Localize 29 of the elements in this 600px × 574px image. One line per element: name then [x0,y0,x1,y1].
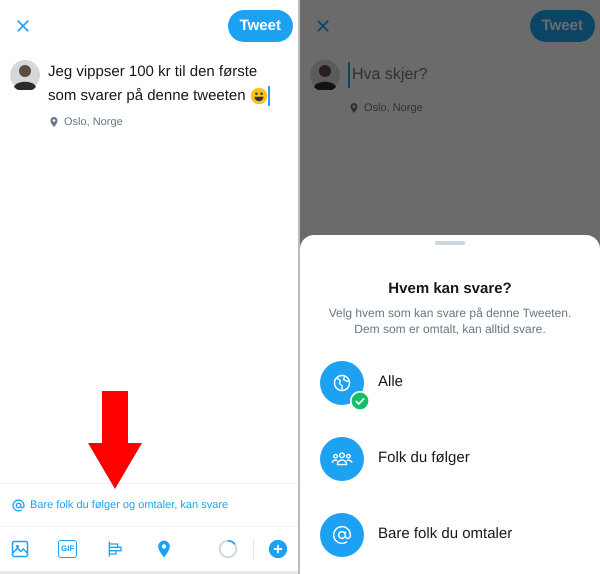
sheet-description: Velg hvem som kan svare på denne Tweeten. Dem som er omtalt, kan alltid svare. [328,304,572,336]
avatar [310,60,340,90]
text-cursor [268,86,270,106]
option-button[interactable] [320,436,364,480]
at-sign-icon [332,524,352,544]
option-label[interactable]: Folk du følger [378,447,470,470]
location-pin-icon [48,116,60,128]
gif-button[interactable]: GIF [58,540,78,558]
option-label[interactable]: Alle [378,371,404,394]
reply-setting-link[interactable]: Bare folk du følger og omtaler, kan svare [30,496,228,514]
character-counter [217,538,239,560]
smiley-icon [250,87,268,106]
location-text[interactable]: Oslo, Norge [364,100,423,116]
drag-handle[interactable] [435,241,465,245]
location-text[interactable]: Oslo, Norge [64,114,123,130]
add-icon[interactable] [268,539,288,559]
option-button[interactable] [320,512,364,556]
option-button[interactable] [320,360,364,404]
checkmark-badge [350,390,370,410]
location-pin-icon [348,102,360,114]
image-icon[interactable] [10,539,30,559]
globe-icon [332,372,352,392]
tweet-button[interactable]: Tweet [530,10,595,42]
option-label[interactable]: Bare folk du omtaler [378,523,512,546]
sheet-title: Hvem kan svare? [388,279,512,299]
tweet-button[interactable]: Tweet [228,10,293,42]
tweet-text: Jeg vippser 100 kr til den første som svarer på denne tweeten [48,63,258,104]
at-sign-icon [12,498,25,512]
avatar [10,60,40,90]
